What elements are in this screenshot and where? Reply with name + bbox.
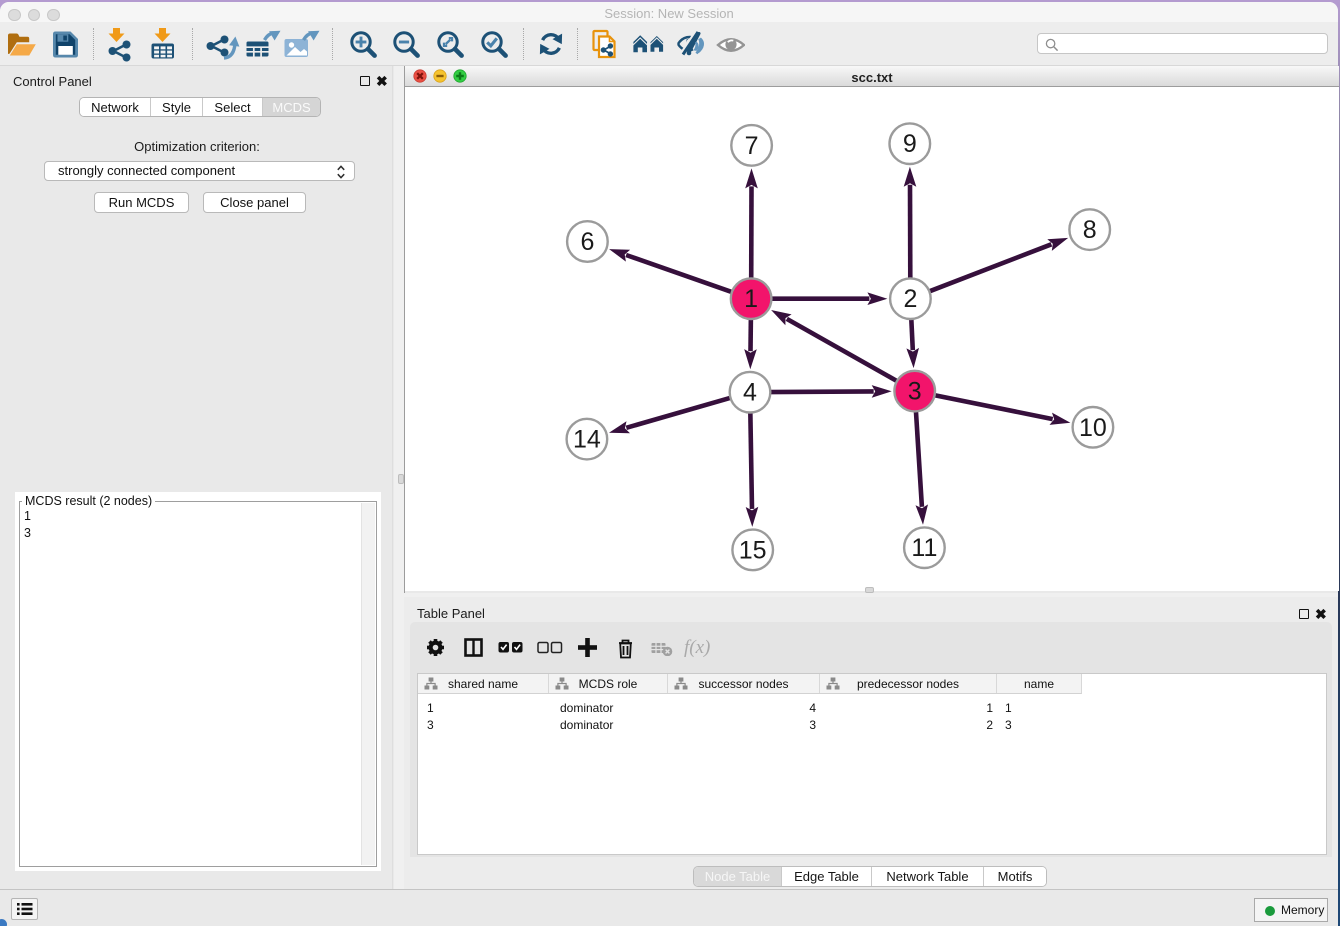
svg-text:2: 2: [903, 285, 917, 313]
svg-text:1: 1: [744, 285, 758, 313]
svg-text:9: 9: [903, 130, 917, 158]
svg-text:14: 14: [573, 426, 601, 454]
svg-text:8: 8: [1083, 216, 1097, 244]
svg-text:4: 4: [743, 379, 757, 407]
svg-text:3: 3: [908, 378, 922, 406]
svg-text:15: 15: [739, 536, 767, 564]
svg-text:f(x): f(x): [684, 637, 710, 658]
svg-text:10: 10: [1079, 414, 1107, 442]
svg-text:7: 7: [745, 132, 759, 160]
svg-text:6: 6: [580, 228, 594, 256]
svg-text:11: 11: [911, 534, 937, 562]
